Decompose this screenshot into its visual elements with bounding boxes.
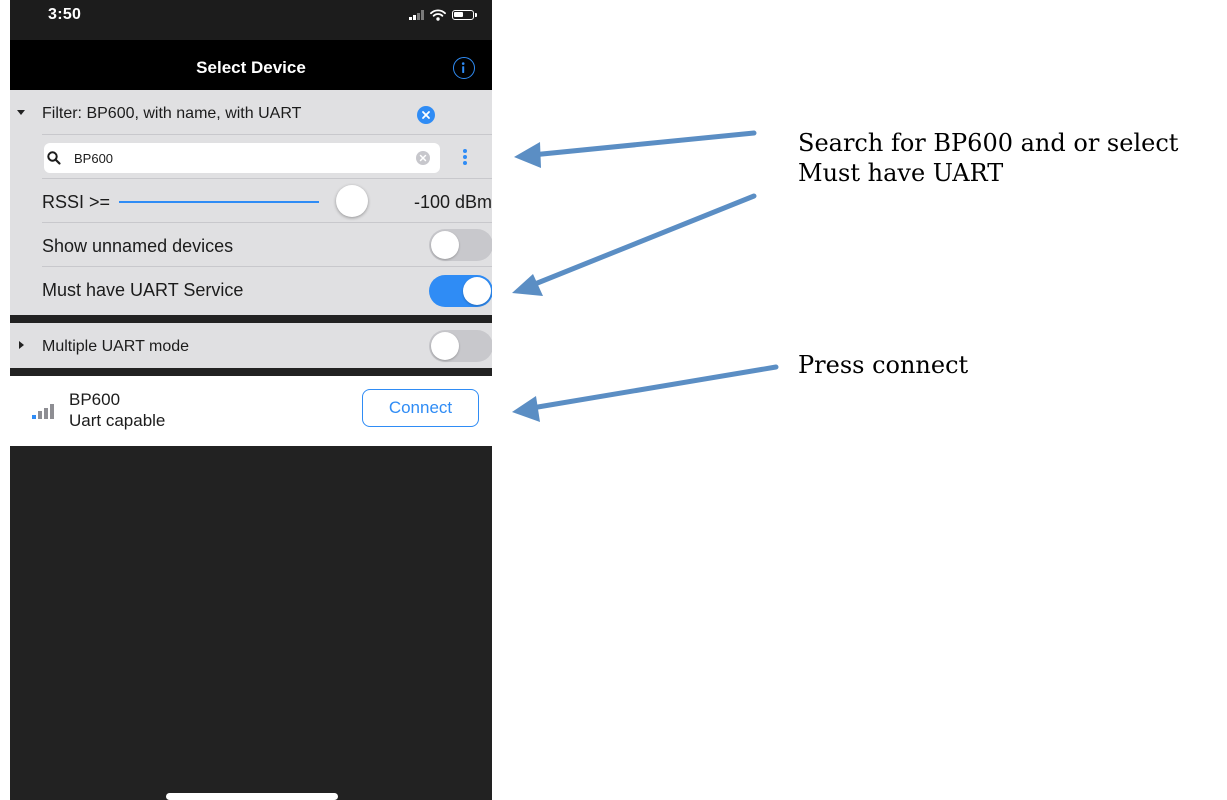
annotation-arrows xyxy=(512,130,779,422)
arrowhead-icon xyxy=(512,396,540,422)
annotation-connect: Press connect xyxy=(798,351,969,379)
annotation-search-line1: Search for BP600 and or select xyxy=(798,129,1179,157)
annotation-search-line2: Must have UART xyxy=(798,159,1004,187)
arrow-to-connect xyxy=(517,364,779,413)
page: 3:50 Select Device Filter: BP600, with n… xyxy=(0,0,1227,800)
arrow-to-uart-toggle xyxy=(517,193,757,293)
arrowhead-icon xyxy=(514,142,541,168)
arrow-to-search xyxy=(519,130,757,159)
